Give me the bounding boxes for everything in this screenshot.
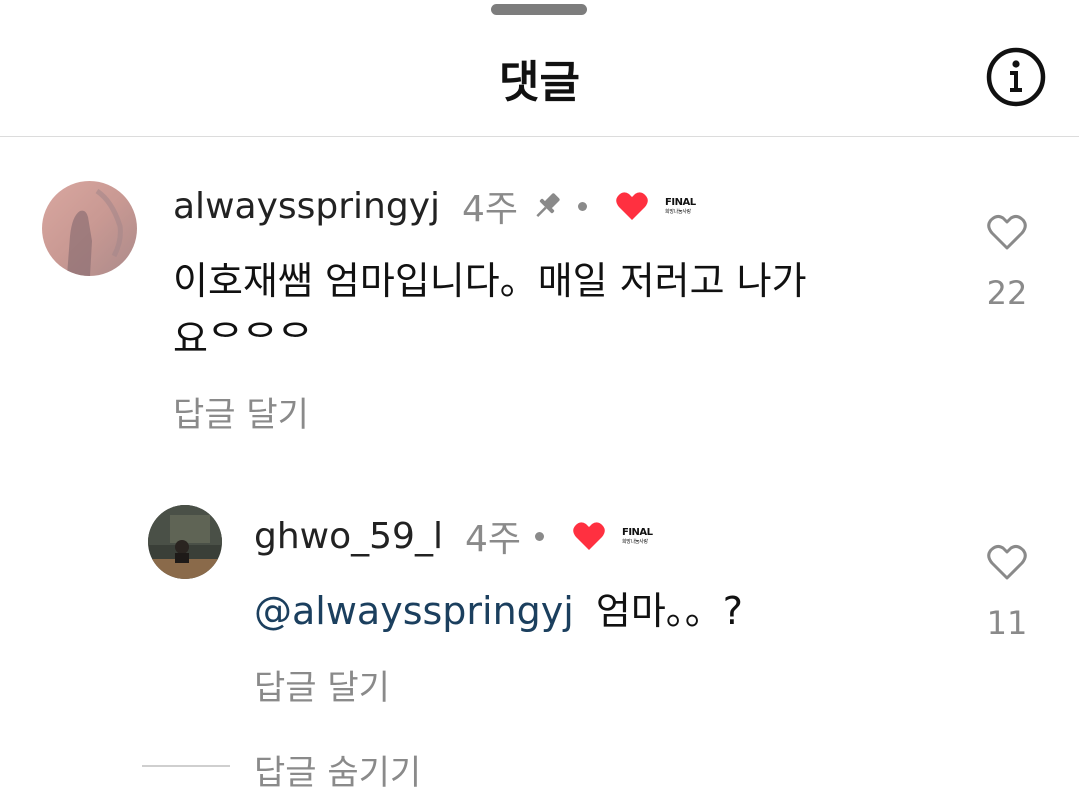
avatar[interactable] xyxy=(42,181,137,276)
creator-liked-heart-icon xyxy=(572,520,606,552)
profile-badge: FINAL 희망나눔사랑 xyxy=(621,526,653,545)
like-count: 22 xyxy=(986,274,1028,312)
page-title: 댓글 xyxy=(499,57,580,108)
comments-header: 댓글 xyxy=(0,0,1079,137)
avatar[interactable] xyxy=(148,505,222,579)
separator-dot xyxy=(578,201,588,211)
mention-link[interactable]: @alwaysspringyj xyxy=(254,589,574,633)
separator-dot xyxy=(534,531,544,541)
reply-button[interactable]: 답글 달기 xyxy=(254,660,390,709)
reply-button[interactable]: 답글 달기 xyxy=(173,387,309,436)
username[interactable]: ghwo_59_l xyxy=(254,516,443,557)
creator-liked-heart-icon xyxy=(615,190,649,222)
reply-text: 엄마。。? xyxy=(595,589,743,633)
comment-meta: alwaysspringyj 4주 FINAL 희망나눔사랑 xyxy=(173,180,696,232)
comment-text: 이호재쌤 엄마입니다。매일 저러고 나가요ᄋᄋᄋ xyxy=(173,259,807,361)
pin-icon xyxy=(530,189,564,223)
info-icon[interactable] xyxy=(986,47,1046,107)
reply-text-line: @alwaysspringyj 엄마。。? xyxy=(254,582,954,640)
timestamp: 4주 xyxy=(462,189,519,230)
hide-replies-divider xyxy=(142,765,230,767)
timestamp: 4주 xyxy=(464,519,521,560)
like-heart-icon[interactable] xyxy=(986,543,1028,581)
like-heart-icon[interactable] xyxy=(986,213,1028,251)
hide-replies-button[interactable]: 답글 숨기기 xyxy=(254,745,421,794)
profile-badge: FINAL 희망나눔사랑 xyxy=(665,196,696,215)
reply-meta: ghwo_59_l 4주 FINAL 희망나눔사랑 xyxy=(254,510,653,562)
username[interactable]: alwaysspringyj xyxy=(173,186,440,227)
like-count: 11 xyxy=(986,604,1028,642)
